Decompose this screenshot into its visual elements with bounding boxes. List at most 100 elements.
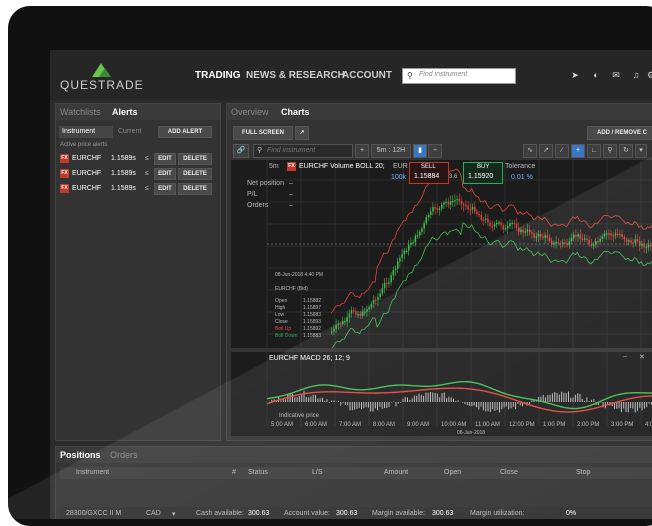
chart-timeframe: 5m [269,163,279,170]
col-ls[interactable]: L/S [312,469,323,476]
candle-body [379,293,381,297]
add-alert-button[interactable]: ADD ALERT [158,126,212,138]
cursor-icon[interactable]: + [571,144,585,158]
nav-news-research[interactable]: NEWS & RESEARCH [246,70,345,81]
edit-alert-button[interactable]: EDIT [154,183,176,195]
logo-text[interactable]: QUESTRADE [60,78,144,92]
orders-value: – [289,202,293,209]
collapse-icon[interactable]: – [623,353,627,360]
link-icon[interactable]: 🔗 [233,144,249,158]
tab-watchlists[interactable]: Watchlists [60,107,101,117]
mail-icon[interactable]: ✉ [611,70,621,80]
draw-line-icon[interactable]: ↗ [539,144,553,158]
tab-orders[interactable]: Orders [110,450,138,460]
macd-histogram-bar [642,402,643,410]
tab-charts[interactable]: Charts [281,107,310,117]
candle-body [371,304,373,308]
macd-histogram-bar [379,402,380,407]
candle-type-icon[interactable]: ▮ [413,144,427,158]
alerts-panel: Watchlists Alerts Instrument Current ADD… [55,103,221,441]
more-tools-icon[interactable]: ▾ [635,144,647,158]
search-input[interactable]: Find instrument [419,71,467,78]
sell-button[interactable]: SELL 1.15884 [409,162,449,184]
macd-histogram-bar [347,402,348,406]
tab-overview[interactable]: Overview [231,107,269,117]
net-position-label: Net position [247,180,284,187]
chart-instrument-search[interactable]: ⚲ Find instrument [253,144,353,158]
candle-body [595,241,597,244]
buy-button[interactable]: BUY 1.15920 [463,162,503,184]
trend-icon[interactable]: ∕ [555,144,569,158]
candle-body [606,233,608,234]
tooltip-open-label: Open [275,298,287,304]
crosshair-icon[interactable]: ÷ [428,144,442,158]
delete-alert-button[interactable]: DELETE [178,153,212,165]
macd-chart[interactable]: EURCHF MACD 26; 12; 9 – ✕ Indicative pri… [231,352,652,436]
candle-body [382,288,384,293]
macd-histogram-bar [439,397,440,402]
margin-utilization-value: 0% [566,510,576,517]
macd-histogram-bar [391,402,392,403]
subtab-instrument[interactable]: Instrument [59,126,113,138]
zoom-icon[interactable]: ⚲ [603,144,617,158]
tooltip-bolldown-label: Boll Down [275,333,298,339]
candle-body [527,230,529,232]
popout-icon[interactable]: ↗ [295,126,309,140]
macd-histogram-bar [469,402,470,406]
margin-available-label: Margin available: [372,510,425,517]
col-stop[interactable]: Stop [576,469,590,476]
add-instrument-icon[interactable]: + [355,144,369,158]
candle-body [547,235,549,237]
col-number[interactable]: # [232,469,236,476]
col-status[interactable]: Status [248,469,268,476]
alerts-panel-tabs: Watchlists Alerts [56,104,220,120]
candle-body [476,212,478,214]
tab-positions[interactable]: Positions [60,450,101,460]
col-close[interactable]: Close [500,469,518,476]
macd-histogram-bar [557,393,558,402]
currency-dropdown-icon[interactable]: ▾ [172,510,176,518]
macd-histogram-bar [430,392,431,402]
help-icon[interactable]: ➤ [570,70,580,80]
candle-body [624,237,626,239]
delete-alert-button[interactable]: DELETE [178,168,212,180]
account-number[interactable]: 28300/GXCC II M [66,510,121,517]
bollinger-lower-band [331,223,652,348]
tab-alerts[interactable]: Alerts [112,107,138,117]
candle-body [437,209,439,210]
delete-alert-button[interactable]: DELETE [178,183,212,195]
measure-icon[interactable]: ∟ [587,144,601,158]
full-screen-button[interactable]: FULL SCREEN [233,126,293,140]
macd-histogram-bar [616,402,617,409]
account-currency[interactable]: CAD [146,510,161,517]
interval-select[interactable]: 5m : 12H [371,144,411,158]
close-icon[interactable]: ✕ [639,353,645,361]
edit-alert-button[interactable]: EDIT [154,168,176,180]
bell-icon[interactable]: ♫ [631,70,641,80]
theme-toggle-icon[interactable]: ◐ [591,70,601,80]
nav-account[interactable]: ACCOUNT [342,70,392,81]
search-box[interactable]: ⚲ Find instrument [402,68,516,84]
nav-trading[interactable]: TRADING [195,70,241,81]
alert-operator: ≤ [145,185,149,192]
indicator-icon[interactable]: ∿ [523,144,537,158]
candle-body [641,244,643,246]
edit-alert-button[interactable]: EDIT [154,153,176,165]
col-instrument[interactable]: Instrument [76,469,109,476]
macd-histogram-bar [442,393,443,402]
macd-histogram-bar [497,402,498,410]
price-chart[interactable]: 5m FX EURCHF Volume BOLL 20; EUR 100k SE… [231,160,652,348]
chart-search-input[interactable]: Find instrument [267,147,315,154]
add-remove-button[interactable]: ADD / REMOVE C [587,126,652,140]
col-open[interactable]: Open [444,469,461,476]
refresh-icon[interactable]: ↻ [619,144,633,158]
tooltip-close-label: Close [275,319,288,325]
settings-icon[interactable]: ⚙ [646,70,652,80]
col-amount[interactable]: Amount [384,469,408,476]
subtab-current[interactable]: Current [118,128,141,135]
candle-body [487,219,489,223]
candle-body [584,239,586,240]
candle-body [465,205,467,206]
candle-body [384,283,386,288]
tolerance-value[interactable]: 0.01 % [511,174,533,181]
